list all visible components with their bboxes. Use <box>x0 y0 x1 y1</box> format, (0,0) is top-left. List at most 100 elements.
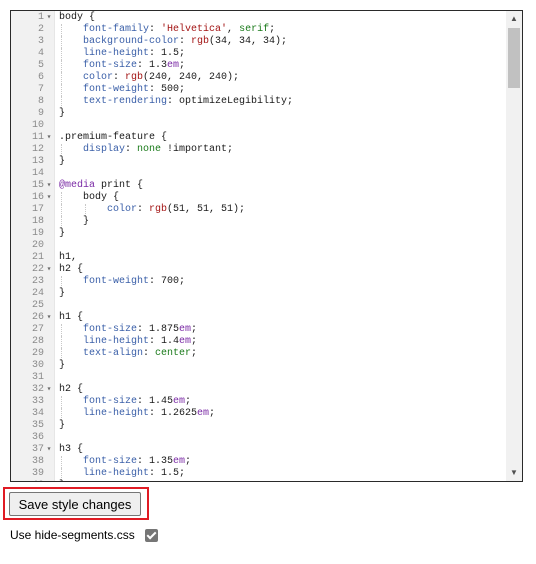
css-code-editor[interactable]: 1 ▾ body {2 font-family: 'Helvetica', serif… <box>10 10 523 482</box>
scroll-up-arrow-icon[interactable]: ▲ <box>506 11 522 27</box>
line-number: 20 <box>31 240 44 251</box>
indent-guide <box>61 456 62 468</box>
code-line[interactable]: 35} <box>11 420 505 432</box>
code-line[interactable]: 15 ▾ @media print { <box>11 180 505 192</box>
line-number: 38 <box>31 456 44 467</box>
code-line[interactable]: 36 <box>11 432 505 444</box>
line-number: 25 <box>31 300 44 311</box>
code-line[interactable]: 10 <box>11 120 505 132</box>
line-number: 11 <box>31 132 44 143</box>
line-number: 34 <box>31 408 44 419</box>
code-text: } <box>59 228 66 239</box>
code-line[interactable]: 28 line-height: 1.4em; <box>11 336 505 348</box>
code-text: line-height: 1.2625em; <box>83 408 216 419</box>
code-text: body { <box>83 192 120 203</box>
code-line[interactable]: 33 font-size: 1.45em; <box>11 396 505 408</box>
fold-arrow-icon[interactable]: ▾ <box>45 264 53 276</box>
vertical-scrollbar[interactable]: ▲ ▼ <box>506 11 522 481</box>
scrollbar-thumb[interactable] <box>508 28 520 88</box>
code-line[interactable]: 40} <box>11 480 505 481</box>
scroll-down-arrow-icon[interactable]: ▼ <box>506 465 522 481</box>
line-number: 28 <box>31 336 44 347</box>
code-text: } <box>59 420 66 431</box>
code-line[interactable]: 17 color: rgb(51, 51, 51); <box>11 204 505 216</box>
line-number: 22 <box>31 264 44 275</box>
fold-arrow-icon[interactable]: ▾ <box>45 384 53 396</box>
code-line[interactable]: 32 ▾ h2 { <box>11 384 505 396</box>
code-line[interactable]: 39 line-height: 1.5; <box>11 468 505 480</box>
code-line[interactable]: 29 text-align: center; <box>11 348 505 360</box>
line-number: 26 <box>31 312 44 323</box>
fold-arrow-icon[interactable]: ▾ <box>45 180 53 192</box>
code-line[interactable]: 16 ▾ body { <box>11 192 505 204</box>
line-number: 29 <box>31 348 44 359</box>
fold-arrow-icon[interactable]: ▾ <box>45 444 53 456</box>
code-text: font-family: 'Helvetica', serif; <box>83 24 276 35</box>
code-line[interactable]: 26 ▾ h1 { <box>11 312 505 324</box>
indent-guide <box>61 276 62 288</box>
fold-arrow-icon[interactable]: ▾ <box>45 192 53 204</box>
code-line[interactable]: 34 line-height: 1.2625em; <box>11 408 505 420</box>
code-line[interactable]: 6 color: rgb(240, 240, 240); <box>11 72 505 84</box>
line-number: 14 <box>31 168 44 179</box>
code-line[interactable]: 1 ▾ body { <box>11 12 505 24</box>
line-number: 23 <box>31 276 44 287</box>
line-number: 30 <box>31 360 44 371</box>
code-text: h1, <box>59 252 78 263</box>
line-number: 10 <box>31 120 44 131</box>
hide-segments-label: Use hide-segments.css <box>10 528 135 542</box>
code-text: line-height: 1.5; <box>83 48 186 59</box>
line-number: 8 <box>37 96 44 107</box>
line-number: 18 <box>31 216 44 227</box>
code-line[interactable]: 8 text-rendering: optimizeLegibility; <box>11 96 505 108</box>
code-text: color: rgb(51, 51, 51); <box>107 204 246 215</box>
hide-segments-checkbox[interactable] <box>144 528 158 542</box>
code-text: color: rgb(240, 240, 240); <box>83 72 240 83</box>
code-line[interactable]: 25 <box>11 300 505 312</box>
code-line[interactable]: 12 display: none !important; <box>11 144 505 156</box>
indent-guide <box>61 144 62 156</box>
code-line[interactable]: 13} <box>11 156 505 168</box>
code-line[interactable]: 38 font-size: 1.35em; <box>11 456 505 468</box>
code-lines[interactable]: 1 ▾ body {2 font-family: 'Helvetica', serif… <box>11 12 505 481</box>
code-line[interactable]: 4 line-height: 1.5; <box>11 48 505 60</box>
code-text: } <box>59 360 66 371</box>
code-text: body { <box>59 12 96 23</box>
code-line[interactable]: 30} <box>11 360 505 372</box>
code-line[interactable]: 3 background-color: rgb(34, 34, 34); <box>11 36 505 48</box>
indent-guide <box>61 192 62 204</box>
line-number: 27 <box>31 324 44 335</box>
code-line[interactable]: 24} <box>11 288 505 300</box>
fold-arrow-icon[interactable]: ▾ <box>45 132 53 144</box>
code-line[interactable]: 5 font-size: 1.3em; <box>11 60 505 72</box>
code-line[interactable]: 2 font-family: 'Helvetica', serif; <box>11 24 505 36</box>
code-line[interactable]: 31 <box>11 372 505 384</box>
code-line[interactable]: 20 <box>11 240 505 252</box>
code-line[interactable]: 14 <box>11 168 505 180</box>
code-line[interactable]: 18} <box>11 216 505 228</box>
code-line[interactable]: 23 font-weight: 700; <box>11 276 505 288</box>
indent-guide <box>61 72 62 84</box>
code-text: line-height: 1.5; <box>83 468 186 479</box>
save-style-changes-button[interactable]: Save style changes <box>9 492 141 516</box>
code-text: line-height: 1.4em; <box>83 336 198 347</box>
code-line[interactable]: 22 ▾ h2 { <box>11 264 505 276</box>
code-line[interactable]: 19} <box>11 228 505 240</box>
indent-guide <box>61 24 62 36</box>
indent-guide <box>61 60 62 72</box>
code-text: .premium-feature { <box>59 132 168 143</box>
code-line[interactable]: 11 ▾ .premium-feature { <box>11 132 505 144</box>
line-number: 37 <box>31 444 44 455</box>
line-number: 9 <box>37 108 44 119</box>
code-line[interactable]: 9} <box>11 108 505 120</box>
code-text: } <box>59 288 66 299</box>
indent-guide <box>61 96 62 108</box>
code-line[interactable]: 21 h1, <box>11 252 505 264</box>
line-number: 33 <box>31 396 44 407</box>
code-line[interactable]: 7 font-weight: 500; <box>11 84 505 96</box>
fold-arrow-icon[interactable]: ▾ <box>45 312 53 324</box>
code-line[interactable]: 37 ▾ h3 { <box>11 444 505 456</box>
fold-arrow-icon[interactable]: ▾ <box>45 12 53 24</box>
line-number: 40 <box>11 480 44 481</box>
code-line[interactable]: 27 font-size: 1.875em; <box>11 324 505 336</box>
